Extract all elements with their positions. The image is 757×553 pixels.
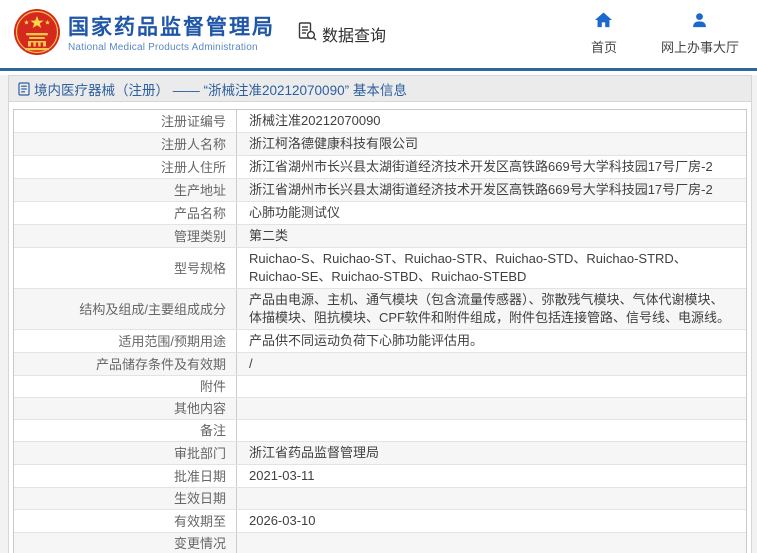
table-row: 注册证编号 浙械注准20212070090 [14, 110, 746, 132]
row-value [237, 488, 746, 509]
row-value [237, 533, 746, 553]
table-row: 变更情况 [14, 532, 746, 553]
row-value [237, 420, 746, 441]
page-title: 境内医疗器械（注册） —— “浙械注准20212070090” 基本信息 [9, 76, 751, 102]
content-panel: 境内医疗器械（注册） —— “浙械注准20212070090” 基本信息 注册证… [8, 75, 752, 553]
table-row: 注册人住所 浙江省湖州市长兴县太湖街道经济技术开发区高铁路669号大学科技园17… [14, 155, 746, 178]
row-label: 适用范围/预期用途 [14, 330, 237, 352]
table-row: 有效期至 2026-03-10 [14, 509, 746, 532]
row-value: / [249, 356, 253, 371]
table-row: 审批部门 浙江省药品监督管理局 [14, 441, 746, 464]
row-label: 备注 [14, 420, 237, 441]
row-label: 型号规格 [14, 248, 237, 288]
nav-service-hall-label: 网上办事大厅 [660, 40, 739, 55]
data-query-tab[interactable]: 数据查询 [297, 21, 386, 47]
table-row: 注册人名称 浙江柯洛德健康科技有限公司 [14, 132, 746, 155]
row-label: 有效期至 [14, 510, 237, 532]
row-value: 产品供不同运动负荷下心肺功能评估用。 [249, 333, 484, 348]
row-value [237, 376, 746, 397]
nmpa-logo[interactable]: 国家药品监督管理局 National Medical Products Admi… [13, 8, 275, 61]
row-label: 结构及组成/主要组成成分 [14, 289, 237, 329]
table-row: 产品名称 心肺功能测试仪 [14, 201, 746, 224]
document-icon [18, 81, 30, 96]
table-row: 管理类别 第二类 [14, 224, 746, 247]
user-icon [691, 12, 708, 33]
row-value: 浙江省药品监督管理局 [249, 445, 380, 460]
row-label: 产品名称 [14, 202, 237, 224]
nav-online-service-hall[interactable]: 网上办事大厅 [661, 12, 739, 56]
row-label: 生产地址 [14, 179, 237, 201]
row-label: 附件 [14, 376, 237, 397]
row-value: Ruichao-S、Ruichao-ST、Ruichao-STR、Ruichao… [249, 251, 687, 284]
row-label: 管理类别 [14, 225, 237, 247]
row-value: 2021-03-11 [249, 468, 315, 483]
nav-home-label: 首页 [590, 40, 617, 55]
row-value: 心肺功能测试仪 [249, 205, 341, 220]
info-table: 注册证编号 浙械注准20212070090 注册人名称 浙江柯洛德健康科技有限公… [13, 109, 747, 553]
table-row: 产品储存条件及有效期 / [14, 352, 746, 375]
row-label: 变更情况 [14, 533, 237, 553]
row-label: 产品储存条件及有效期 [14, 353, 237, 375]
row-label: 生效日期 [14, 488, 237, 509]
row-label: 批准日期 [14, 465, 237, 487]
data-query-label: 数据查询 [322, 28, 387, 45]
table-row: 附件 [14, 375, 746, 397]
row-label: 其他内容 [14, 398, 237, 419]
row-value: 第二类 [249, 228, 289, 243]
home-icon [595, 12, 613, 33]
table-row: 生效日期 [14, 487, 746, 509]
row-value: 浙江省湖州市长兴县太湖街道经济技术开发区高铁路669号大学科技园17号厂房-2 [249, 182, 713, 197]
row-label: 注册人住所 [14, 156, 237, 178]
row-label: 审批部门 [14, 442, 237, 464]
row-value: 浙械注准20212070090 [249, 113, 381, 128]
logo-title: 国家药品监督管理局 [68, 16, 275, 39]
nav-home[interactable]: 首页 [591, 12, 617, 56]
row-label: 注册人名称 [14, 133, 237, 155]
table-row: 批准日期 2021-03-11 [14, 464, 746, 487]
table-row: 其他内容 [14, 397, 746, 419]
row-value: 浙江省湖州市长兴县太湖街道经济技术开发区高铁路669号大学科技园17号厂房-2 [249, 159, 713, 174]
page-title-text: 境内医疗器械（注册） —— “浙械注准20212070090” 基本信息 [34, 82, 407, 98]
row-value [237, 398, 746, 419]
row-value: 浙江柯洛德健康科技有限公司 [249, 136, 419, 151]
national-emblem-icon [13, 8, 61, 61]
logo-text: 国家药品监督管理局 National Medical Products Admi… [68, 15, 275, 53]
logo-subtitle: National Medical Products Administration [68, 42, 258, 53]
row-label: 注册证编号 [14, 110, 237, 132]
header-nav: 首页 网上办事大厅 [591, 0, 757, 68]
table-row: 型号规格 Ruichao-S、Ruichao-ST、Ruichao-STR、Ru… [14, 247, 746, 288]
row-value: 2026-03-10 [249, 513, 316, 528]
page-body: 境内医疗器械（注册） —— “浙械注准20212070090” 基本信息 注册证… [0, 75, 757, 553]
site-header: 国家药品监督管理局 National Medical Products Admi… [0, 0, 757, 68]
table-row: 结构及组成/主要组成成分 产品由电源、主机、通气模块（包含流量传感器）、弥散残气… [14, 288, 746, 329]
table-row: 生产地址 浙江省湖州市长兴县太湖街道经济技术开发区高铁路669号大学科技园17号… [14, 178, 746, 201]
document-search-icon [297, 21, 318, 47]
table-row: 备注 [14, 419, 746, 441]
row-value: 产品由电源、主机、通气模块（包含流量传感器）、弥散残气模块、气体代谢模块、体描模… [249, 292, 731, 325]
table-row: 适用范围/预期用途 产品供不同运动负荷下心肺功能评估用。 [14, 329, 746, 352]
